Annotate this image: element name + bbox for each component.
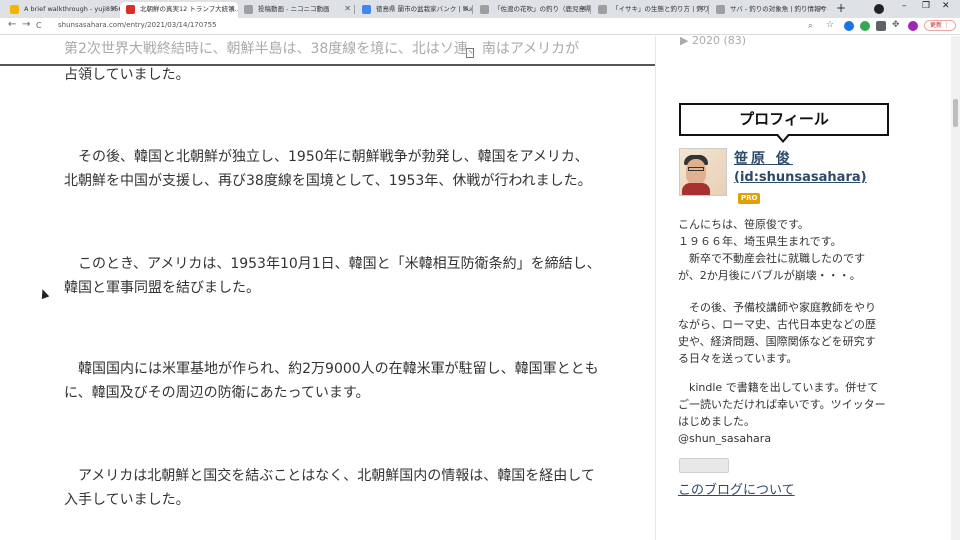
tab-favicon-icon — [244, 5, 253, 14]
maximize-button[interactable]: ❐ — [922, 1, 930, 11]
avatar[interactable] — [679, 148, 727, 196]
tab-5[interactable]: 「佐渡の花吹」の釣り（鹿児島県... ✕ — [474, 2, 590, 18]
tab-4[interactable]: 徳島県 蘭市の盆栽家バンク | Sum... ✕ — [356, 2, 472, 18]
profile-name-link[interactable]: 笹原 俊 — [734, 148, 793, 168]
profile-heading: プロフィール — [679, 103, 889, 136]
follow-button[interactable] — [679, 458, 729, 473]
tab-favicon-icon — [362, 5, 371, 14]
tab-label: 北朝鮮の真実12 トランプ大統領... — [140, 5, 238, 13]
bio-line: る日々を送っています。 — [678, 352, 798, 365]
archive-year-link[interactable]: ▶ 2020 (83) — [680, 36, 746, 47]
minimize-button[interactable]: – — [902, 1, 907, 11]
close-icon[interactable]: ✕ — [110, 2, 117, 16]
reload-button[interactable]: C — [36, 21, 42, 30]
close-icon[interactable]: ✕ — [344, 2, 351, 16]
article-line: 第2次世界大戦終結時に、朝鮮半島は、38度線を境に、北はソ連、南はアメリカが — [64, 41, 580, 57]
tab-label: 投稿動画 - ニコニコ動画 — [258, 5, 330, 13]
close-icon[interactable]: ✕ — [462, 2, 469, 16]
article-line: 入手していました。 — [64, 492, 190, 508]
close-icon[interactable]: ✕ — [818, 2, 825, 16]
tab-6[interactable]: 「イサキ」の生態と釣り方 | 釣り情報... ✕ — [592, 2, 708, 18]
bio-line: こんにちは、笹原俊です。 — [678, 218, 809, 231]
bio-line: が、2か月後にバブルが崩壊・・・。 — [678, 269, 861, 282]
article-line: このとき、アメリカは、1953年10月1日、韓国と「米韓相互防衛条約」を締結し、 — [64, 256, 601, 272]
article-line: その後、韓国と北朝鮮が独立し、1950年に朝鮮戦争が勃発し、韓国をアメリカ、 — [64, 149, 589, 165]
tab-label: 徳島県 蘭市の盆栽家バンク | Sum... — [376, 5, 472, 13]
article-line: 北朝鮮を中国が支援し、再び38度線を国境として、1953年、休戦が行われました。 — [64, 173, 592, 189]
tab-separator — [472, 5, 473, 14]
puzzle-icon[interactable]: ✥ — [892, 20, 900, 30]
article-line: 韓国と軍事同盟を結びました。 — [64, 280, 260, 296]
bio-line: その後、予備校講師や家庭教師をやり — [678, 301, 876, 314]
speech-tail-inner — [778, 134, 788, 140]
bio-line: ながら、ローマ史、古代日本史などの歴 — [678, 318, 876, 331]
tab-3[interactable]: 投稿動画 - ニコニコ動画 ✕ — [238, 2, 354, 18]
article-line: 韓国国内には米軍基地が作られ、約2万9000人の在韓米軍が駐留し、韓国軍ととも — [64, 361, 599, 377]
extension-icon[interactable] — [876, 21, 886, 31]
bio-line: 史や、経済問題、国際関係などを研究す — [678, 335, 876, 348]
close-icon[interactable]: ✕ — [698, 2, 705, 16]
address-toolbar: ← → C shunsasahara.com/entry/2021/03/14/… — [0, 18, 960, 35]
bio-line: はじめました。 — [678, 415, 755, 428]
article-line: アメリカは北朝鮮と国交を結ぶことはなく、北朝鮮国内の情報は、韓国を経由して — [64, 468, 595, 484]
tab-separator — [708, 5, 709, 14]
star-icon[interactable]: ☆ — [826, 20, 834, 30]
profile-id-link[interactable]: (id:shunsasahara) — [734, 170, 867, 185]
extension-icon[interactable] — [844, 21, 854, 31]
update-button[interactable]: 更新 ⋮ — [924, 20, 956, 31]
record-icon[interactable] — [874, 4, 884, 14]
scrollbar-thumb[interactable] — [953, 99, 958, 127]
tab-2-active[interactable]: 北朝鮮の真実12 トランプ大統領... ✕ — [120, 2, 238, 18]
bio-line: ご一読いただければ幸いです。ツイッター — [678, 398, 886, 411]
pro-badge: PRO — [738, 193, 761, 204]
tab-label: A brief walkthrough - yuji8556... — [24, 5, 120, 13]
tab-separator — [590, 5, 591, 14]
avatar-icon[interactable] — [908, 21, 918, 31]
tab-favicon-icon — [716, 5, 725, 14]
close-icon[interactable]: ✕ — [580, 2, 587, 16]
mouse-cursor-icon — [38, 287, 50, 300]
extension-icon[interactable] — [860, 21, 870, 31]
about-blog-link[interactable]: このブログについて — [678, 479, 795, 498]
article-line: に、韓国及びその周辺の防衛にあたっています。 — [64, 385, 370, 401]
tab-7[interactable]: サバ - 釣りの対象魚 | 釣り情報サイ... ✕ — [710, 2, 828, 18]
close-icon[interactable]: ✕ — [228, 2, 235, 16]
bio-line: 新卒で不動産会社に就職したのです — [678, 252, 865, 265]
sidebar-divider — [655, 36, 656, 540]
twitter-handle[interactable]: @shun_sasahara — [678, 430, 771, 447]
tab-label: サバ - 釣りの対象魚 | 釣り情報サイ... — [730, 5, 828, 13]
tab-favicon-icon — [598, 5, 607, 14]
bio-line: kindle で書籍を出しています。併せて — [678, 381, 879, 394]
tab-1[interactable]: A brief walkthrough - yuji8556... ✕ — [4, 2, 120, 18]
tab-favicon-icon — [480, 5, 489, 14]
bio-line: １９６６年、埼玉県生まれです。 — [678, 235, 842, 248]
forward-button[interactable]: → — [22, 19, 30, 30]
back-button[interactable]: ← — [8, 19, 16, 30]
page-content: ▶ 2020 (83) 第2次世界大戦終結時に、朝鮮半島は、38度線を境に、北は… — [0, 36, 960, 540]
tab-separator — [354, 5, 355, 14]
article-line: 占領していました。 — [64, 67, 190, 83]
new-tab-button[interactable]: + — [836, 1, 846, 15]
url-field[interactable]: shunsasahara.com/entry/2021/03/14/170755 — [58, 20, 217, 31]
tab-strip: A brief walkthrough - yuji8556... ✕ 北朝鮮の… — [0, 0, 960, 18]
tab-label: 「佐渡の花吹」の釣り（鹿児島県... — [494, 5, 590, 13]
tab-favicon-icon — [10, 5, 19, 14]
search-icon[interactable]: ⌕ — [808, 21, 812, 31]
tab-label: 「イサキ」の生態と釣り方 | 釣り情報... — [612, 5, 708, 13]
tab-favicon-icon — [126, 5, 135, 14]
close-window-button[interactable]: ✕ — [942, 1, 950, 11]
